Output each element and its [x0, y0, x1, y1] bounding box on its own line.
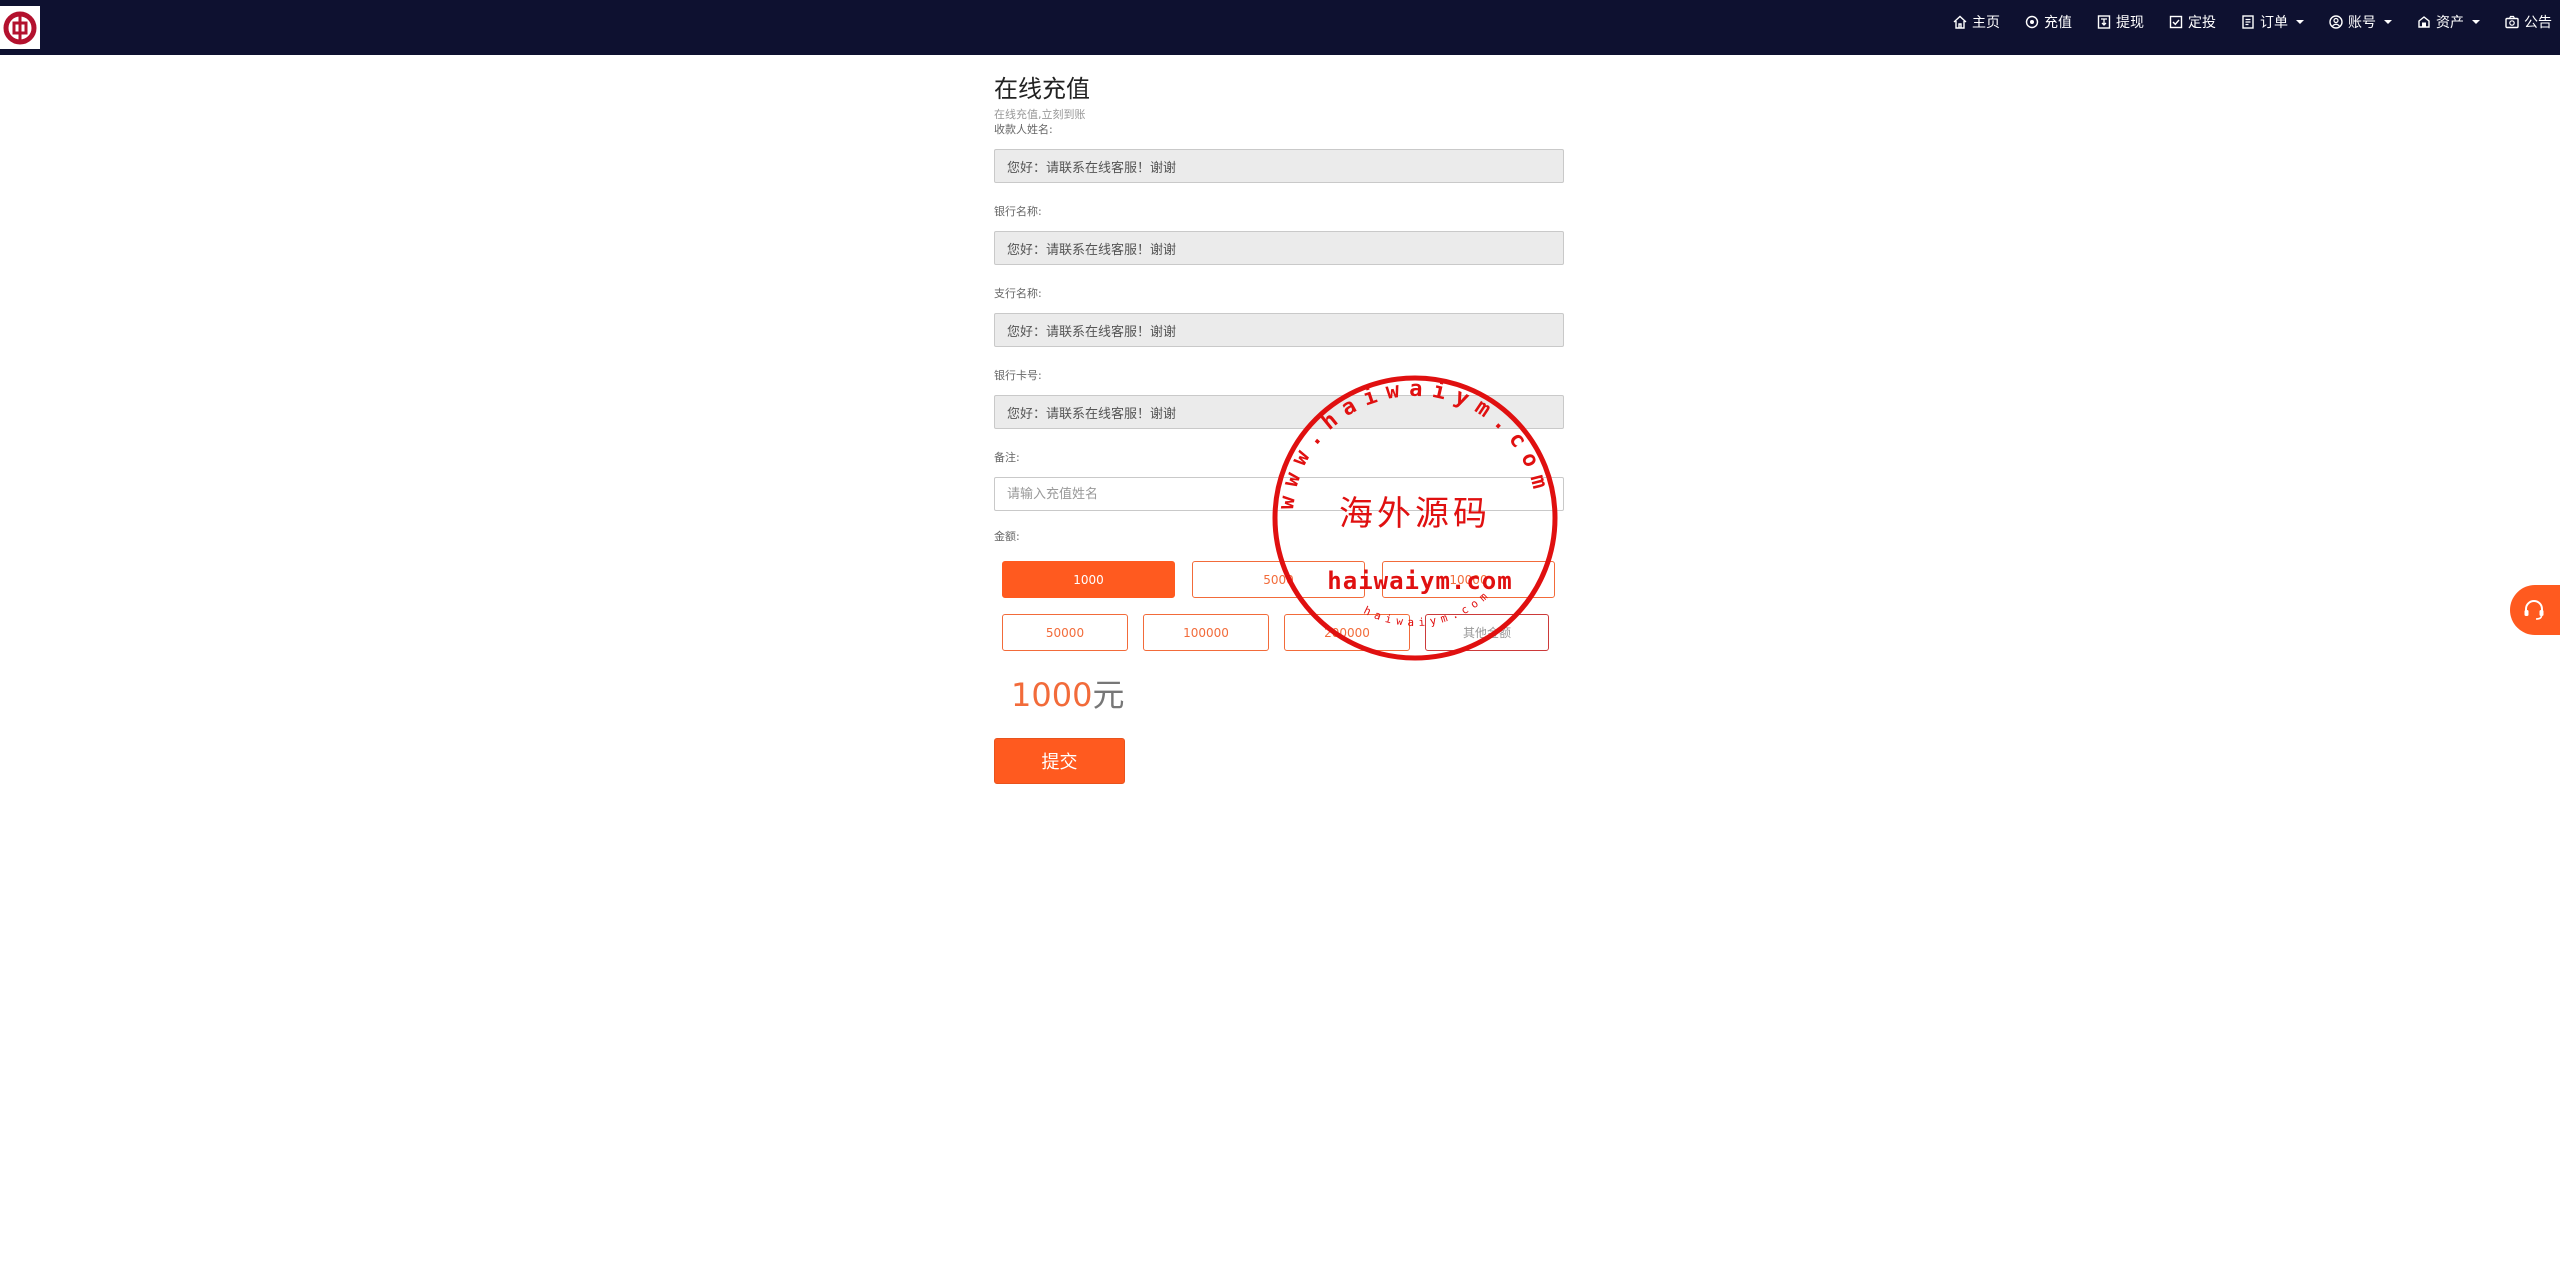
bank-name-label: 银行名称:: [994, 205, 1042, 218]
amount-options-row-2: 50000 100000 200000 其他金额: [1002, 614, 1566, 651]
amount-label: 金额:: [994, 530, 1020, 543]
nav-label-withdraw: 提现: [2116, 15, 2144, 31]
order-icon: [2242, 15, 2254, 29]
main-nav: 主页 充值 提现 定投 订单 账号 资产 公告: [1928, 0, 2552, 44]
amount-option-1000[interactable]: 1000: [1002, 561, 1175, 598]
card-number-label: 银行卡号:: [994, 369, 1042, 382]
recharge-form: 在线充值 在线充值,立刻到账 收款人姓名: 银行名称: 支行名称: 银行卡号: …: [994, 72, 1566, 784]
branch-name-label: 支行名称:: [994, 287, 1042, 300]
amount-option-50000[interactable]: 50000: [1002, 614, 1128, 651]
home-icon: [1953, 15, 1967, 29]
remark-input[interactable]: [994, 477, 1564, 511]
nav-item-account[interactable]: 账号: [2328, 12, 2392, 32]
amount-option-5000[interactable]: 5000: [1192, 561, 1365, 598]
custom-amount-input[interactable]: 其他金额: [1425, 614, 1549, 651]
page-title: 在线充值: [994, 75, 1090, 103]
top-nav-bar: 主页 充值 提现 定投 订单 账号 资产 公告: [0, 0, 2560, 55]
online-service-tab[interactable]: [2510, 585, 2560, 635]
nav-item-assets[interactable]: 资产: [2416, 12, 2480, 32]
checkbox-icon: [2169, 15, 2183, 29]
nav-item-home[interactable]: 主页: [1952, 12, 2000, 32]
assets-icon: [2418, 16, 2430, 28]
nav-label-recharge: 充值: [2044, 15, 2072, 31]
logo[interactable]: [0, 6, 40, 49]
nav-label-fixed-invest: 定投: [2188, 15, 2216, 31]
total-amount-value: 1000: [1011, 676, 1093, 714]
amount-option-10000[interactable]: 10000: [1382, 561, 1555, 598]
withdraw-icon: [2097, 15, 2111, 29]
payee-name-label: 收款人姓名:: [994, 123, 1053, 136]
page-subtitle: 在线充值,立刻到账: [994, 108, 1086, 121]
submit-button[interactable]: 提交: [994, 738, 1125, 784]
amount-option-100000[interactable]: 100000: [1143, 614, 1269, 651]
nav-item-notice[interactable]: 公告: [2504, 12, 2552, 32]
total-amount-unit: 元: [1092, 676, 1125, 714]
payee-name-field[interactable]: [994, 149, 1564, 183]
branch-name-field[interactable]: [994, 313, 1564, 347]
nav-label-assets: 资产: [2436, 15, 2464, 31]
nav-item-recharge[interactable]: 充值: [2024, 12, 2072, 32]
total-amount: 1000元: [1011, 675, 1566, 715]
nav-item-withdraw[interactable]: 提现: [2096, 12, 2144, 32]
amount-option-200000[interactable]: 200000: [1284, 614, 1410, 651]
nav-item-fixed-invest[interactable]: 定投: [2168, 12, 2216, 32]
notice-icon: [2505, 15, 2519, 29]
bank-logo-icon: [3, 11, 37, 44]
chevron-down-icon: [2384, 20, 2392, 24]
headset-icon: [2524, 600, 2544, 620]
bank-name-field[interactable]: [994, 231, 1564, 265]
nav-label-home: 主页: [1972, 15, 2000, 31]
recharge-icon: [2025, 15, 2039, 29]
nav-label-account: 账号: [2348, 15, 2376, 31]
amount-options-row-1: 1000 5000 10000: [1002, 561, 1566, 598]
card-number-field[interactable]: [994, 395, 1564, 429]
remark-label: 备注:: [994, 451, 1020, 464]
nav-label-orders: 订单: [2260, 15, 2288, 31]
chevron-down-icon: [2472, 20, 2480, 24]
chevron-down-icon: [2296, 20, 2304, 24]
nav-item-orders[interactable]: 订单: [2240, 12, 2304, 32]
nav-label-notice: 公告: [2524, 15, 2552, 31]
account-icon: [2329, 15, 2343, 29]
